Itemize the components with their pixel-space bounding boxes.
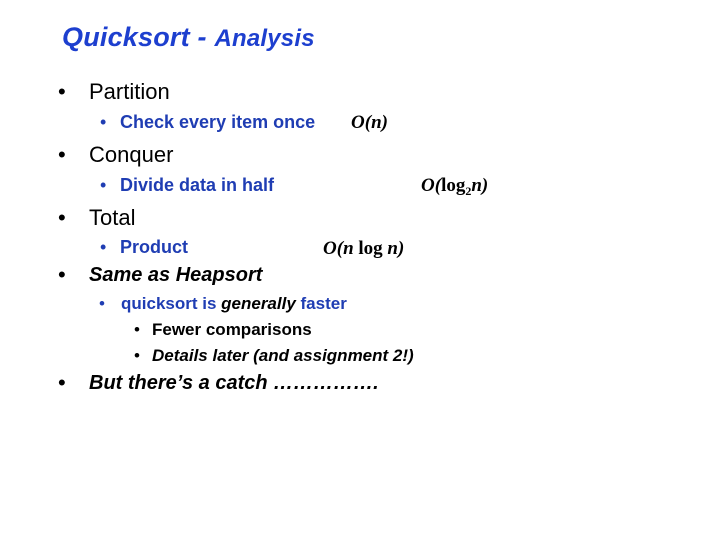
bullet-icon: • (58, 262, 66, 287)
sub-sub-bullet-details-later: • Details later (and assignment 2!) (134, 346, 414, 366)
sub-bullet-product: • Product (100, 237, 189, 258)
bullet-icon: • (99, 294, 105, 313)
title-main: Quicksort (62, 22, 190, 52)
bullet-label: Same as Heapsort (89, 264, 263, 286)
bullet-label: Conquer (89, 142, 174, 167)
sub-sub-bullet-fewer-comparisons: • Fewer comparisons (134, 320, 312, 340)
text-faster: faster (295, 294, 347, 313)
bullet-icon: • (134, 346, 140, 365)
bullet-icon: • (100, 175, 107, 195)
bullet-icon: • (58, 370, 66, 395)
complexity-partition: O(n) (351, 112, 388, 133)
text-quicksort-is: quicksort is (121, 294, 222, 313)
complexity-total: O(n log n) (323, 238, 405, 259)
text-generally: generally (221, 294, 296, 313)
bullet-conquer: • Conquer (58, 142, 174, 168)
sub-bullet-check-every-item: • Check every item once (100, 112, 316, 133)
bullet-label: But there’s a catch ……………. (89, 372, 379, 394)
bullet-icon: • (100, 112, 107, 132)
title-separator: - (189, 22, 215, 52)
bullet-total: • Total (58, 205, 136, 231)
bullet-same-as-heapsort: • Same as Heapsort (58, 262, 263, 287)
bullet-icon: • (58, 142, 66, 167)
slide-title: Quicksort - Analysis (62, 22, 315, 53)
bullet-partition: • Partition (58, 79, 170, 105)
sub-bullet-divide-data: • Divide data in half (100, 175, 275, 196)
bullet-catch: • But there’s a catch ……………. (58, 370, 379, 395)
bullet-label: Partition (89, 79, 170, 104)
sub-sub-bullet-label: Details later (and assignment 2!) (152, 346, 414, 365)
title-sub: Analysis (214, 25, 315, 52)
bullet-icon: • (58, 79, 66, 104)
sub-bullet-label: Check every item once (120, 112, 316, 132)
complexity-conquer: O(log2n) (421, 175, 489, 198)
sub-sub-bullet-label: Fewer comparisons (152, 320, 312, 339)
bullet-icon: • (100, 237, 107, 257)
sub-bullet-quicksort-faster: • quicksort is generally faster (99, 294, 347, 314)
bullet-icon: • (134, 320, 140, 339)
bullet-icon: • (58, 205, 66, 230)
sub-bullet-label: Product (120, 237, 189, 257)
bullet-label: Total (89, 205, 136, 230)
sub-bullet-label: Divide data in half (120, 175, 275, 195)
